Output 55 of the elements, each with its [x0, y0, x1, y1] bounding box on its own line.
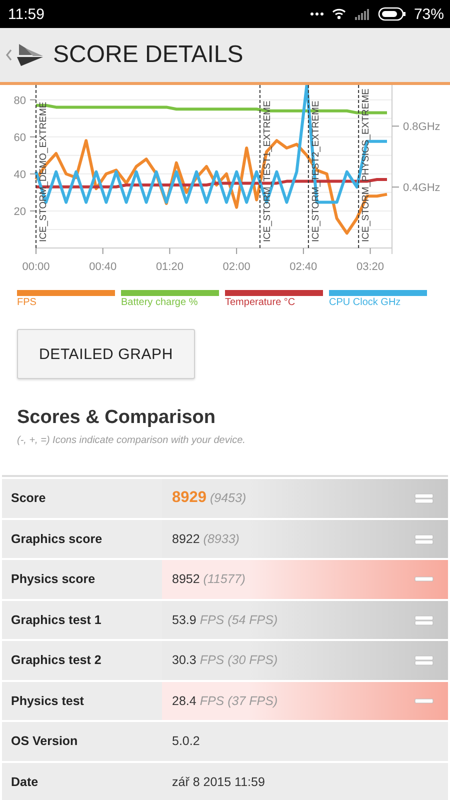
row-label: OS Version [10, 733, 79, 750]
marker-label: ICE_STORM_DEMO_EXTREME [38, 102, 49, 242]
y-axis-tick: 80 [14, 94, 36, 107]
wifi-icon [332, 8, 346, 20]
x-axis-label: 00:00 [22, 261, 50, 273]
legend-label: CPU Clock GHz [329, 297, 401, 308]
y-axis-tick: 60 [14, 132, 36, 144]
legend-label: FPS [17, 297, 36, 308]
row-label: Date [10, 774, 40, 791]
battery-percent: 73% [414, 6, 444, 22]
marker-label: ICE_STORM_PHYSICS_EXTREME [360, 88, 372, 242]
detailed-graph-button[interactable]: DETAILED GRAPH [17, 329, 195, 379]
y-tick-label: 40 [14, 168, 26, 181]
x-axis-label: 01:20 [156, 261, 184, 273]
score-value: 8929 (9453) [172, 489, 248, 508]
section-subtitle: (-, +, =) Icons indicate comparison with your device. [17, 435, 246, 446]
battery-icon [378, 7, 406, 21]
row-label: Score [10, 490, 47, 508]
right-axis-tick: 0.4GHz [392, 182, 440, 194]
back-button[interactable] [5, 42, 45, 68]
more-dots-icon [310, 12, 324, 16]
legend-label: Battery charge % [121, 297, 198, 308]
y2-tick-label: 0.4GHz [403, 182, 440, 194]
y-tick-label: 60 [14, 132, 26, 144]
signal-icon [354, 8, 370, 20]
row-label: Physics test [10, 692, 85, 710]
info-value: zář 8 2015 11:59 [172, 774, 266, 789]
row-label: Graphics score [10, 530, 104, 548]
score-value: 28.4 FPS (37 FPS) [172, 694, 279, 708]
x-axis-label: 02:00 [222, 261, 250, 273]
score-value: 8952 (11577) [172, 572, 246, 586]
score-value: 53.9 FPS (54 FPS) [172, 612, 279, 627]
marker-label: ICE_STORM_TEST2_EXTREME [310, 100, 322, 242]
legend-label: Temperature °C [225, 297, 296, 308]
clock-time: 11:59 [8, 6, 44, 22]
x-axis-label: 00:40 [89, 261, 117, 273]
logo-icon [15, 42, 45, 68]
marker-label: ICE_STORM_TEST1_EXTREME [262, 100, 273, 242]
row-label: Physics score [10, 571, 96, 588]
score-value: 8922 (8933) [172, 532, 240, 546]
row-label: Graphics test 1 [10, 612, 102, 629]
y2-tick-label: 0.8GHz [403, 121, 440, 134]
x-axis-label: 02:40 [290, 261, 318, 273]
score-value: 30.3 FPS (30 FPS) [172, 653, 279, 668]
y-axis-tick: 20 [14, 206, 36, 218]
info-value: 5.0.2 [172, 734, 201, 748]
row-label: Graphics test 2 [10, 652, 102, 670]
y-tick-label: 80 [14, 94, 26, 107]
y-axis-tick: 40 [14, 168, 36, 181]
page-title: SCORE DETAILS [53, 41, 244, 69]
back-chevron-icon [5, 48, 13, 62]
y-tick-label: 20 [14, 206, 26, 218]
section-title: Scores & Comparison [17, 407, 216, 429]
x-axis-label: 03:20 [356, 261, 384, 273]
right-axis-tick: 0.8GHz [392, 121, 440, 134]
